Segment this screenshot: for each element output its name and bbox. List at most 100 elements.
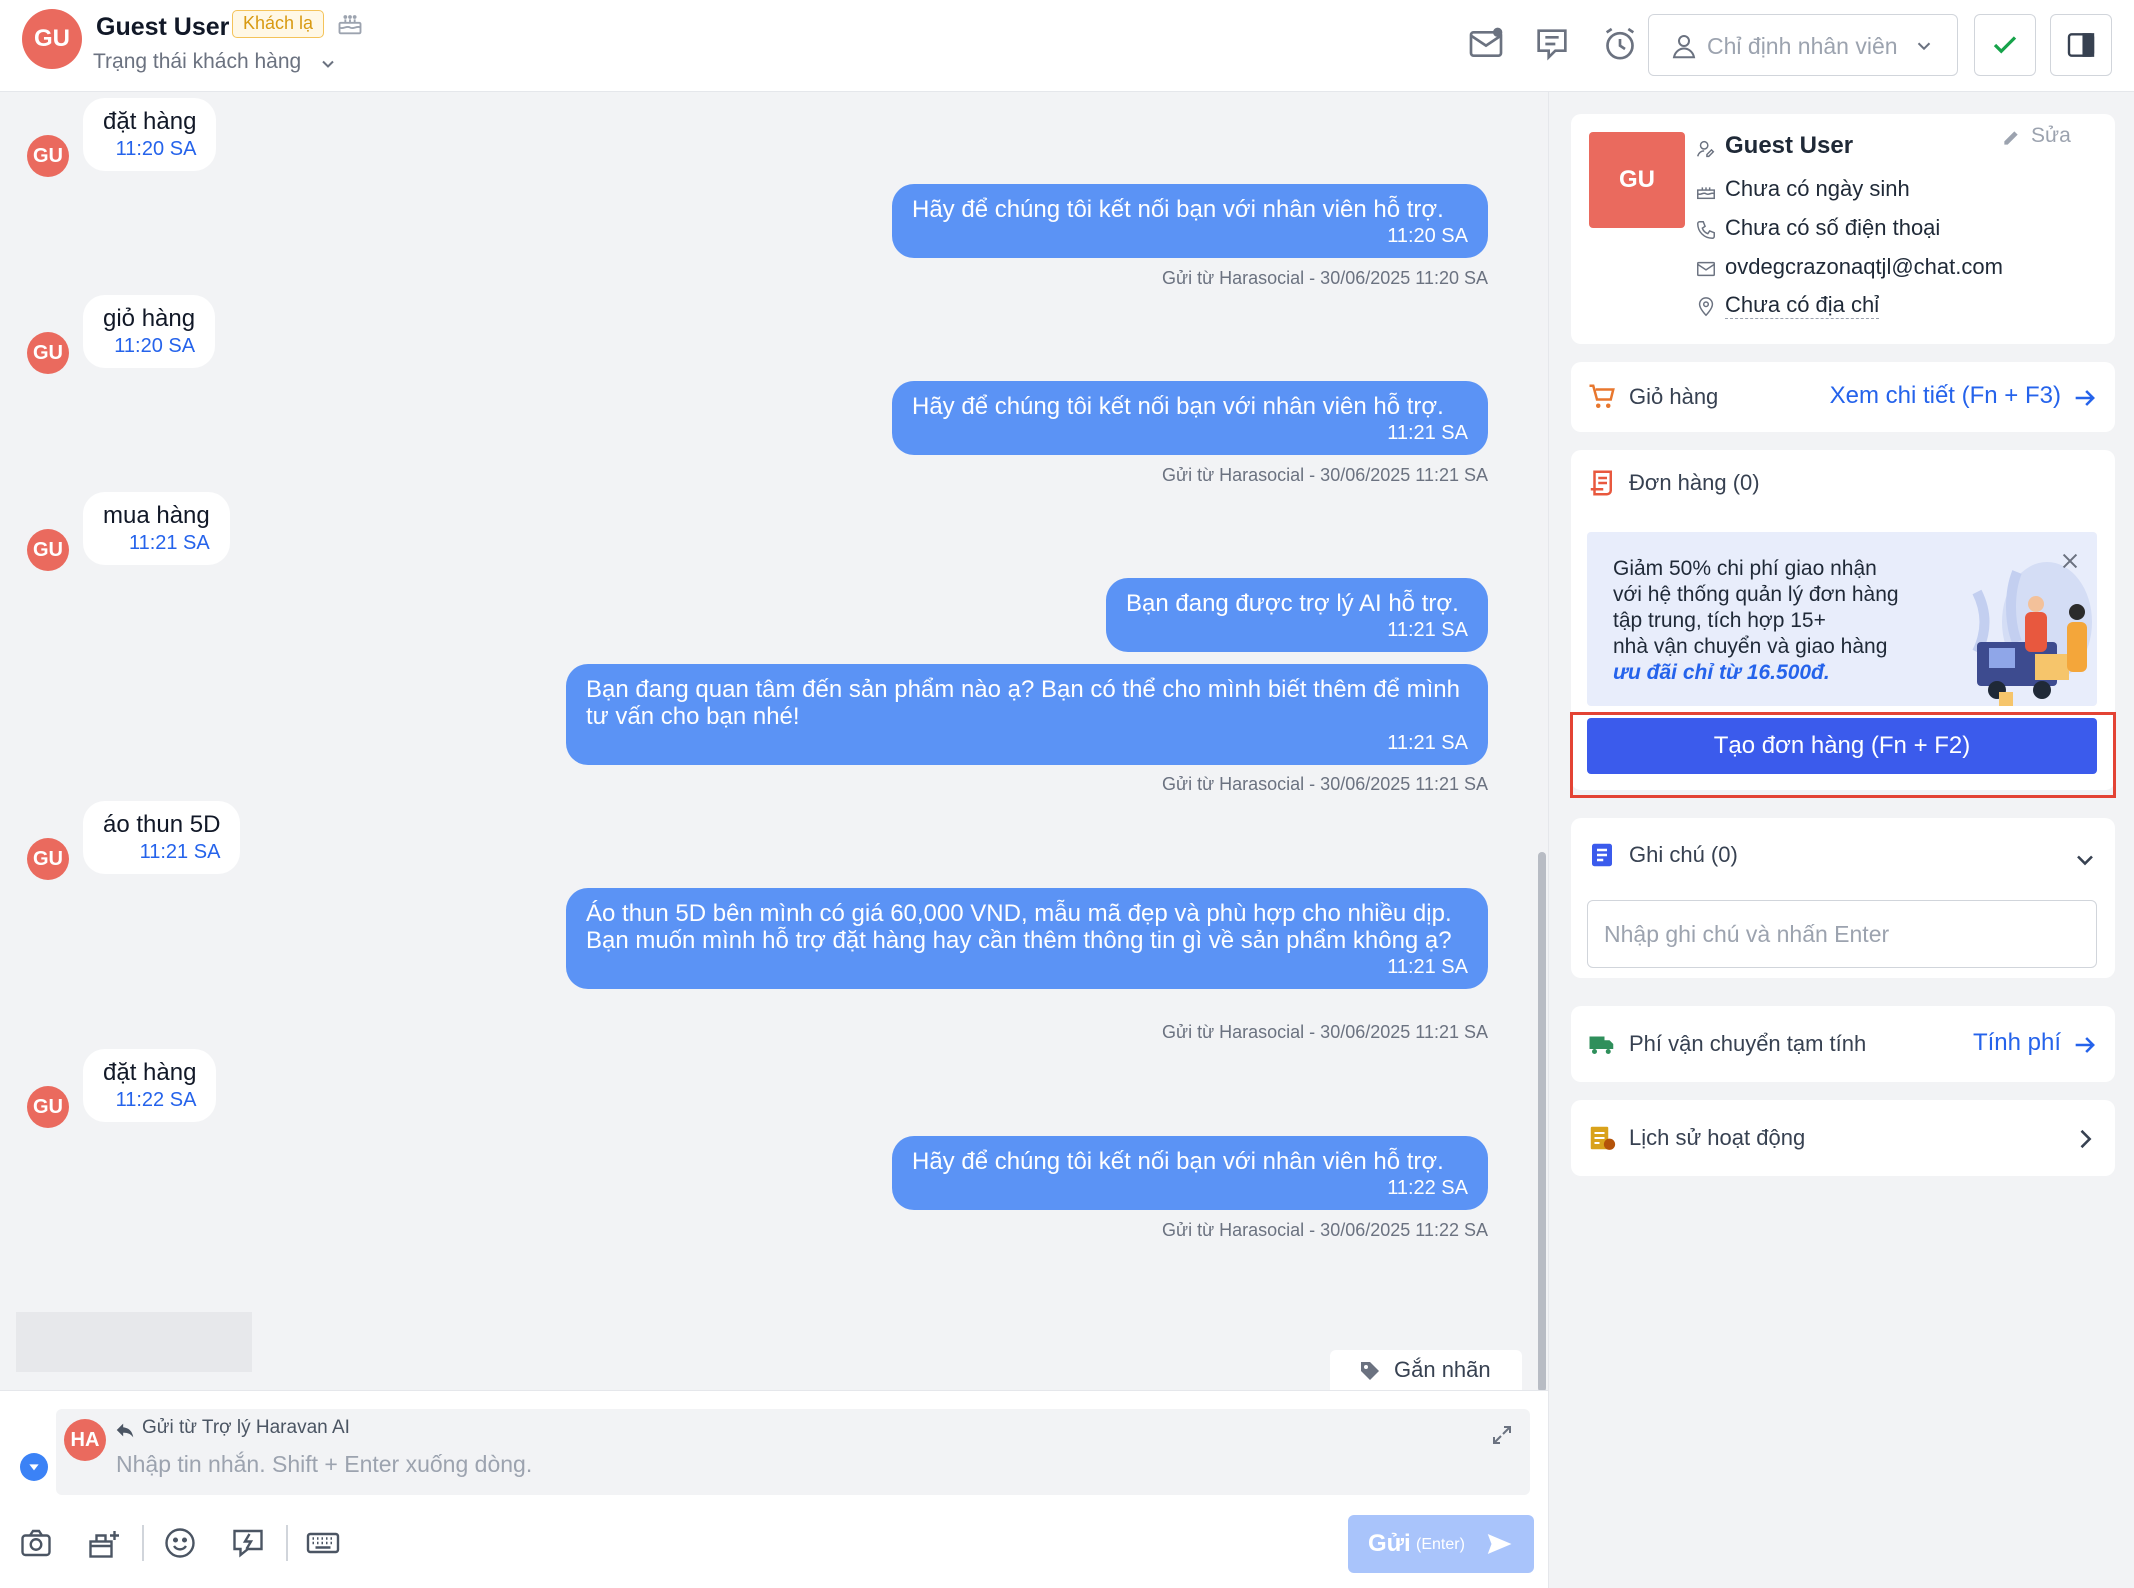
orders-label: Đơn hàng (0) xyxy=(1629,470,1760,495)
outgoing-message[interactable]: Áo thun 5D bên mình có giá 60,000 VND, m… xyxy=(566,888,1488,989)
incoming-message[interactable]: áo thun 5D 11:21 SA xyxy=(83,801,241,874)
history-icon xyxy=(1590,1126,1616,1150)
toggle-sidebar-button[interactable] xyxy=(2050,14,2112,76)
message-text: Hãy để chúng tôi kết nối bạn với nhân vi… xyxy=(912,393,1444,420)
sender-avatar: HA xyxy=(64,1419,106,1461)
mail-icon xyxy=(1697,261,1715,277)
outgoing-message[interactable]: Bạn đang được trợ lý AI hỗ trợ. 11:21 SA xyxy=(1106,578,1488,652)
tag-icon xyxy=(1361,1362,1379,1380)
mail-icon[interactable] xyxy=(1466,24,1506,64)
reply-icon xyxy=(116,1423,134,1438)
promo-line: nhà vận chuyển và giao hàng xyxy=(1613,635,1888,658)
message-text: mua hàng xyxy=(103,502,210,529)
customer-name[interactable]: Guest User xyxy=(96,13,229,42)
message-text: Hãy để chúng tôi kết nối bạn với nhân vi… xyxy=(912,196,1444,223)
message-meta: Gửi từ Harasocial - 30/06/2025 11:21 SA xyxy=(1162,774,1488,794)
caret-down-icon xyxy=(29,1464,39,1471)
toolbar-divider xyxy=(142,1525,144,1561)
resolve-button[interactable] xyxy=(1974,14,2036,76)
message-time: 11:21 SA xyxy=(1387,956,1468,978)
birthday-cake-icon xyxy=(338,15,362,35)
user-edit-icon xyxy=(1697,140,1715,158)
customer-sidebar: GU Guest User Sửa Chưa có ngày sinh Chưa… xyxy=(1548,92,2134,1588)
chevron-down-icon[interactable] xyxy=(2071,846,2099,874)
assign-staff-select[interactable]: Chỉ định nhân viên xyxy=(1648,14,1958,76)
message-input-box[interactable]: HA Gửi từ Trợ lý Haravan AI Nhập tin nhắ… xyxy=(56,1409,1530,1495)
activity-history-card[interactable]: Lịch sử hoạt động xyxy=(1571,1100,2115,1176)
guest-badge: Khách lạ xyxy=(232,10,325,38)
expand-icon[interactable] xyxy=(1490,1423,1514,1447)
message-meta: Gửi từ Harasocial - 30/06/2025 11:22 SA xyxy=(1162,1220,1488,1240)
emoji-icon[interactable] xyxy=(162,1525,198,1561)
sender-label: Gửi từ Trợ lý Haravan AI xyxy=(142,1417,350,1438)
incoming-message[interactable]: mua hàng 11:21 SA xyxy=(83,492,230,565)
message-text: Bạn đang quan tâm đến sản phẩm nào ạ? Bạ… xyxy=(586,676,1460,730)
arrow-right-icon[interactable] xyxy=(2071,384,2099,412)
cart-card[interactable]: Giỏ hàng Xem chi tiết (Fn + F3) xyxy=(1571,362,2115,432)
message-time: 11:21 SA xyxy=(139,841,221,863)
alarm-clock-icon[interactable] xyxy=(1600,24,1640,64)
send-button[interactable]: Gửi (Enter) xyxy=(1348,1515,1534,1573)
composer-toggle-button[interactable] xyxy=(20,1453,48,1481)
promo-banner[interactable]: Giảm 50% chi phí giao nhận với hệ thống … xyxy=(1587,532,2097,706)
order-icon xyxy=(1590,470,1612,496)
note-input[interactable]: Nhập ghi chú và nhấn Enter xyxy=(1587,900,2097,968)
outgoing-message[interactable]: Hãy để chúng tôi kết nối bạn với nhân vi… xyxy=(892,184,1488,258)
message-time: 11:20 SA xyxy=(1387,225,1468,247)
incoming-message[interactable]: đặt hàng 11:22 SA xyxy=(83,1049,217,1122)
message-time: 11:20 SA xyxy=(115,138,197,160)
message-time: 11:22 SA xyxy=(1387,1177,1468,1199)
pencil-icon xyxy=(2004,131,2018,145)
customer-avatar[interactable]: GU xyxy=(22,9,82,69)
close-icon[interactable] xyxy=(2059,550,2081,572)
phone-icon xyxy=(1697,221,1715,239)
incoming-message[interactable]: giỏ hàng 11:20 SA xyxy=(83,295,216,368)
assign-staff-placeholder: Chỉ định nhân viên xyxy=(1707,33,1898,59)
customer-profile-card: GU Guest User Sửa Chưa có ngày sinh Chưa… xyxy=(1571,114,2115,344)
message-text: Áo thun 5D bên mình có giá 60,000 VND, m… xyxy=(586,900,1452,954)
message-composer: HA Gửi từ Trợ lý Haravan AI Nhập tin nhắ… xyxy=(0,1390,1548,1588)
chevron-right-icon[interactable] xyxy=(2071,1125,2099,1153)
outgoing-message[interactable]: Bạn đang quan tâm đến sản phẩm nào ạ? Bạ… xyxy=(566,664,1488,765)
message-time: 11:21 SA xyxy=(128,532,210,554)
tag-button[interactable]: Gắn nhãn xyxy=(1330,1350,1522,1390)
profile-address[interactable]: Chưa có địa chỉ xyxy=(1725,292,1880,319)
delivery-illustration xyxy=(1972,562,2092,706)
outgoing-message[interactable]: Hãy để chúng tôi kết nối bạn với nhân vi… xyxy=(892,1136,1488,1210)
promo-highlight: ưu đãi chỉ từ 16.500đ. xyxy=(1613,661,1830,684)
message-text: đặt hàng xyxy=(103,1059,197,1086)
message-avatar: GU xyxy=(27,529,69,571)
profile-birthday: Chưa có ngày sinh xyxy=(1725,176,1910,201)
outgoing-message[interactable]: Hãy để chúng tôi kết nối bạn với nhân vi… xyxy=(892,381,1488,455)
keyboard-icon[interactable] xyxy=(305,1525,341,1561)
quick-reply-icon[interactable] xyxy=(230,1525,266,1561)
highlight-box xyxy=(1570,712,2116,798)
calculate-fee-link[interactable]: Tính phí xyxy=(1973,1029,2061,1057)
chevron-down-icon xyxy=(1917,42,1931,51)
message-input[interactable]: Nhập tin nhắn. Shift + Enter xuống dòng. xyxy=(116,1451,532,1478)
message-avatar: GU xyxy=(27,838,69,880)
message-time: 11:21 SA xyxy=(1387,422,1468,444)
shipping-fee-card[interactable]: Phí vận chuyển tạm tính Tính phí xyxy=(1571,1006,2115,1082)
chevron-down-icon[interactable] xyxy=(318,54,338,74)
arrow-right-icon[interactable] xyxy=(2071,1031,2099,1059)
notes-card: Ghi chú (0) Nhập ghi chú và nhấn Enter xyxy=(1571,818,2115,978)
customer-status-dropdown[interactable]: Trạng thái khách hàng xyxy=(93,50,301,74)
message-text: Hãy để chúng tôi kết nối bạn với nhân vi… xyxy=(912,1148,1444,1175)
message-list[interactable]: GU đặt hàng 11:20 SA Hãy để chúng tôi kế… xyxy=(0,92,1548,1390)
cart-detail-link[interactable]: Xem chi tiết (Fn + F3) xyxy=(1830,382,2061,410)
camera-icon[interactable] xyxy=(18,1525,54,1561)
chat-scrollbar[interactable] xyxy=(1538,852,1546,1390)
send-hint: (Enter) xyxy=(1416,1536,1465,1553)
message-avatar: GU xyxy=(27,135,69,177)
user-icon xyxy=(1672,35,1696,59)
message-text: giỏ hàng xyxy=(103,305,196,332)
edit-profile-link[interactable]: Sửa xyxy=(2004,124,2071,148)
incoming-message[interactable]: đặt hàng 11:20 SA xyxy=(83,98,217,171)
profile-phone: Chưa có số điện thoại xyxy=(1725,215,1941,240)
profile-avatar: GU xyxy=(1589,132,1685,228)
note-placeholder: Nhập ghi chú và nhấn Enter xyxy=(1604,921,1890,947)
message-meta: Gửi từ Harasocial - 30/06/2025 11:20 SA xyxy=(1162,268,1488,288)
product-icon[interactable] xyxy=(86,1525,122,1561)
chat-note-icon[interactable] xyxy=(1532,24,1572,64)
